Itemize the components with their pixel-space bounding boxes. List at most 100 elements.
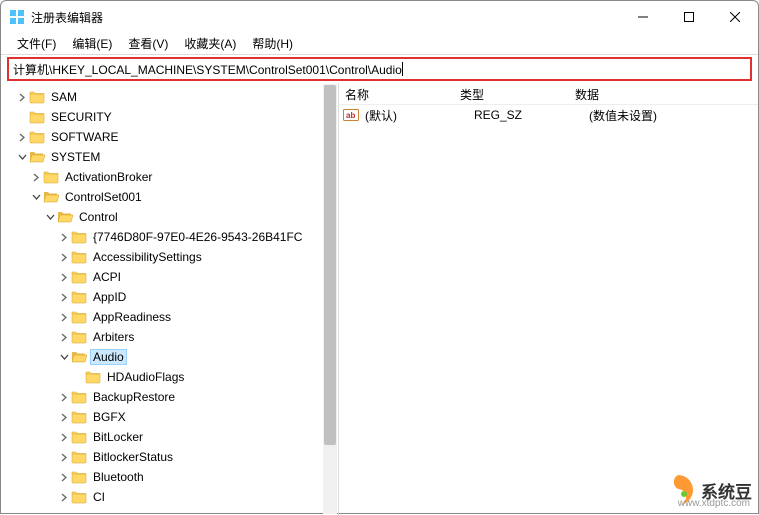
list-row[interactable]: ab (默认) REG_SZ (数值未设置) — [339, 105, 758, 125]
chevron-right-icon[interactable] — [57, 450, 71, 464]
chevron-down-icon[interactable] — [15, 150, 29, 164]
chevron-down-icon[interactable] — [43, 210, 57, 224]
tree-item-appid[interactable]: AppID — [1, 287, 338, 307]
tree-item-hdaudioflags[interactable]: HDAudioFlags — [1, 367, 338, 387]
folder-icon — [71, 390, 87, 404]
tree-item-controlset001[interactable]: ControlSet001 — [1, 187, 338, 207]
tree-item-audio[interactable]: Audio — [1, 347, 338, 367]
folder-icon — [71, 430, 87, 444]
folder-icon — [71, 410, 87, 424]
chevron-right-icon[interactable] — [15, 130, 29, 144]
menu-favorites[interactable]: 收藏夹(A) — [176, 33, 244, 54]
tree-item-control[interactable]: Control — [1, 207, 338, 227]
tree-item-label: ACPI — [90, 270, 124, 284]
tree-item-acpi[interactable]: ACPI — [1, 267, 338, 287]
tree-item-label: AppReadiness — [90, 310, 174, 324]
folder-icon — [71, 330, 87, 344]
chevron-right-icon[interactable] — [57, 270, 71, 284]
tree-item-software[interactable]: SOFTWARE — [1, 127, 338, 147]
tree-item-label: BGFX — [90, 410, 129, 424]
chevron-down-icon[interactable] — [29, 190, 43, 204]
tree-item-system[interactable]: SYSTEM — [1, 147, 338, 167]
chevron-down-icon[interactable] — [57, 350, 71, 364]
tree-item-label: SYSTEM — [48, 150, 103, 164]
tree-scrollbar-track[interactable] — [323, 84, 337, 514]
chevron-right-icon[interactable] — [57, 470, 71, 484]
window-title: 注册表编辑器 — [31, 9, 620, 26]
chevron-right-icon[interactable] — [57, 290, 71, 304]
folder-icon — [71, 470, 87, 484]
tree-item-bgfx[interactable]: BGFX — [1, 407, 338, 427]
column-data[interactable]: 数据 — [569, 83, 758, 104]
chevron-right-icon[interactable] — [57, 310, 71, 324]
address-path: 计算机\HKEY_LOCAL_MACHINE\SYSTEM\ControlSet… — [13, 61, 402, 78]
folder-icon — [29, 110, 45, 124]
title-bar: 注册表编辑器 — [1, 1, 758, 33]
tree-item-bitlockerstatus[interactable]: BitlockerStatus — [1, 447, 338, 467]
folder-icon — [71, 310, 87, 324]
tree-item-backuprestore[interactable]: BackupRestore — [1, 387, 338, 407]
menu-help[interactable]: 帮助(H) — [244, 33, 301, 54]
menu-view[interactable]: 查看(V) — [120, 33, 176, 54]
close-button[interactable] — [712, 1, 758, 33]
tree-item-activationbroker[interactable]: ActivationBroker — [1, 167, 338, 187]
string-value-icon: ab — [343, 107, 359, 123]
chevron-right-icon[interactable] — [57, 410, 71, 424]
folder-icon — [71, 490, 87, 504]
text-cursor — [402, 62, 403, 76]
tree-item-accessibilitysettings[interactable]: AccessibilitySettings — [1, 247, 338, 267]
watermark-url: www.xtdptc.com — [678, 498, 750, 509]
folder-icon — [43, 170, 59, 184]
value-type: REG_SZ — [472, 108, 587, 122]
menu-bar: 文件(F) 编辑(E) 查看(V) 收藏夹(A) 帮助(H) — [1, 33, 758, 55]
tree-item-security[interactable]: SECURITY — [1, 107, 338, 127]
tree-item-label: SAM — [48, 90, 80, 104]
column-name[interactable]: 名称 — [339, 83, 454, 104]
content-area: SAM SECURITY SOFTWARE SYSTEM ActivationBroke… — [1, 83, 758, 515]
tree-item-label: Bluetooth — [90, 470, 147, 484]
tree-item-arbiters[interactable]: Arbiters — [1, 327, 338, 347]
chevron-right-icon[interactable] — [57, 430, 71, 444]
tree-item-label: Arbiters — [90, 330, 137, 344]
tree-item-guidkey[interactable]: {7746D80F-97E0-4E26-9543-26B41FC — [1, 227, 338, 247]
svg-text:ab: ab — [346, 111, 355, 120]
chevron-right-icon[interactable] — [29, 170, 43, 184]
chevron-right-icon[interactable] — [57, 490, 71, 504]
folder-icon — [29, 90, 45, 104]
tree-item-label: BitLocker — [90, 430, 146, 444]
tree-item-bitlocker[interactable]: BitLocker — [1, 427, 338, 447]
column-type[interactable]: 类型 — [454, 83, 569, 104]
list-pane[interactable]: 名称 类型 数据 ab (默认) REG_SZ (数值未设置) — [339, 83, 758, 515]
tree-item-sam[interactable]: SAM — [1, 87, 338, 107]
tree-item-ci[interactable]: CI — [1, 487, 338, 507]
minimize-button[interactable] — [620, 1, 666, 33]
maximize-button[interactable] — [666, 1, 712, 33]
folder-icon — [29, 150, 45, 164]
tree-item-label: SECURITY — [48, 110, 115, 124]
tree-pane[interactable]: SAM SECURITY SOFTWARE SYSTEM ActivationBroke… — [1, 83, 339, 515]
folder-icon — [43, 190, 59, 204]
tree-item-label: AccessibilitySettings — [90, 250, 205, 264]
tree-item-label: Audio — [90, 349, 127, 365]
window-controls — [620, 1, 758, 33]
folder-icon — [71, 290, 87, 304]
chevron-right-icon[interactable] — [57, 330, 71, 344]
tree-item-label: AppID — [90, 290, 129, 304]
folder-icon — [85, 370, 101, 384]
tree-item-appreadiness[interactable]: AppReadiness — [1, 307, 338, 327]
folder-icon — [71, 450, 87, 464]
chevron-right-icon[interactable] — [57, 390, 71, 404]
chevron-right-icon[interactable] — [57, 230, 71, 244]
chevron-right-icon[interactable] — [15, 90, 29, 104]
address-bar[interactable]: 计算机\HKEY_LOCAL_MACHINE\SYSTEM\ControlSet… — [7, 57, 752, 81]
tree-scrollbar-thumb[interactable] — [324, 85, 336, 445]
menu-file[interactable]: 文件(F) — [9, 33, 64, 54]
folder-icon — [57, 210, 73, 224]
tree-item-label: SOFTWARE — [48, 130, 122, 144]
folder-icon — [71, 270, 87, 284]
tree-item-label: ControlSet001 — [62, 190, 145, 204]
chevron-right-icon[interactable] — [57, 250, 71, 264]
tree-item-bluetooth[interactable]: Bluetooth — [1, 467, 338, 487]
tree-item-label: ActivationBroker — [62, 170, 155, 184]
menu-edit[interactable]: 编辑(E) — [64, 33, 120, 54]
